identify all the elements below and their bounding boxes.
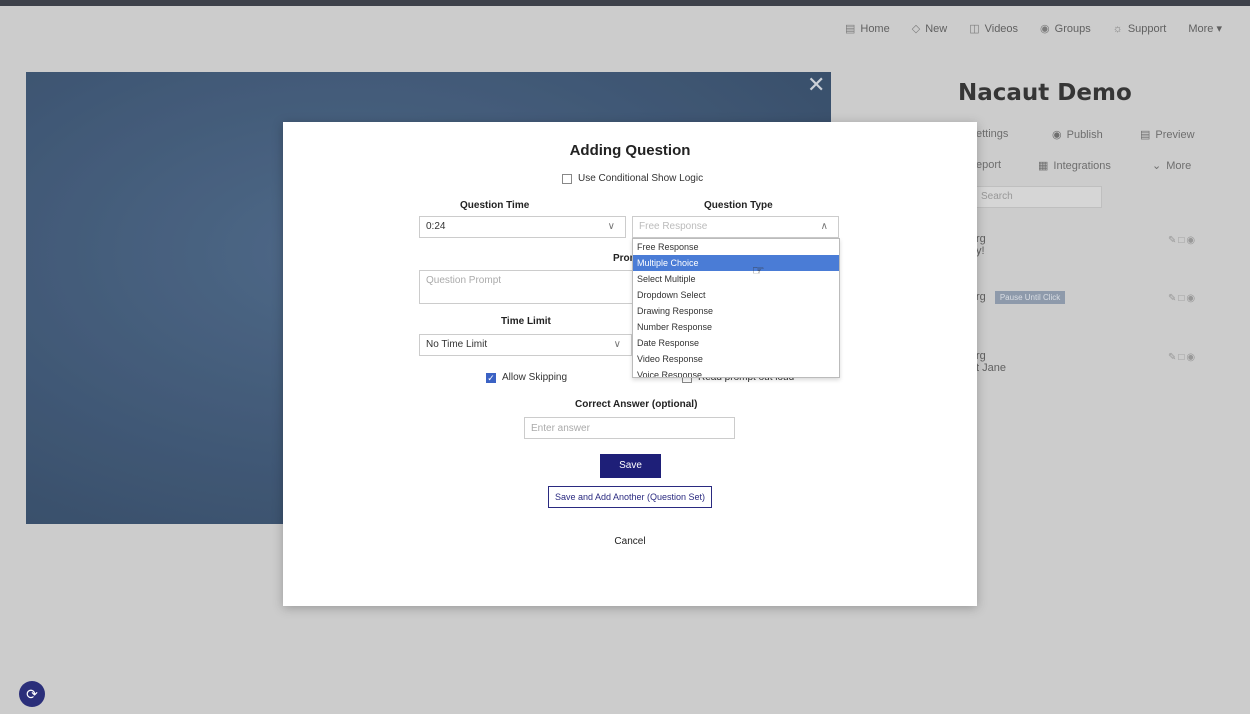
prompt-label: Prompt [613, 253, 633, 264]
dropdown-option[interactable]: Dropdown Select [633, 287, 839, 303]
question-time-select[interactable]: 0:24 ∨ [419, 216, 626, 238]
allow-skipping-label: Allow Skipping [502, 372, 568, 383]
dropdown-option[interactable]: Select Multiple [633, 271, 839, 287]
chevron-down-icon: ∨ [613, 339, 621, 350]
allow-skipping-checkbox[interactable]: ✓ [486, 372, 496, 383]
dropdown-option[interactable]: Video Response [633, 351, 839, 367]
conditional-logic-checkbox[interactable] [562, 173, 572, 184]
question-type-label: Question Type [704, 200, 773, 211]
question-prompt-input[interactable] [419, 270, 644, 304]
question-type-placeholder: Free Response [639, 221, 708, 232]
help-chat-icon[interactable]: ⟳ [19, 681, 45, 707]
chevron-down-icon: ∨ [607, 221, 615, 232]
time-limit-select[interactable]: No Time Limit ∨ [419, 334, 632, 356]
pointer-cursor-icon: ☞ [752, 262, 765, 278]
chevron-up-icon: ∧ [820, 221, 828, 232]
correct-answer-label: Correct Answer (optional) [575, 399, 698, 410]
cancel-button[interactable]: Cancel [283, 536, 977, 547]
question-time-label: Question Time [460, 200, 530, 211]
allow-skipping-row[interactable]: ✓ Allow Skipping [486, 372, 567, 383]
dropdown-option[interactable]: Date Response [633, 335, 839, 351]
modal-title: Adding Question [569, 142, 691, 159]
time-limit-value: No Time Limit [426, 339, 488, 350]
question-type-dropdown: Free Response Multiple Choice Select Mul… [632, 238, 840, 378]
question-type-select[interactable]: Free Response ∧ [632, 216, 839, 238]
save-and-add-another-button[interactable]: Save and Add Another (Question Set) [548, 486, 712, 508]
dropdown-option[interactable]: Voice Response [633, 367, 839, 377]
conditional-logic-label: Use Conditional Show Logic [578, 173, 704, 184]
conditional-logic-row[interactable]: Use Conditional Show Logic [562, 173, 703, 184]
dropdown-option[interactable]: Free Response [633, 239, 839, 255]
save-button[interactable]: Save [600, 454, 661, 478]
question-time-value: 0:24 [426, 221, 446, 232]
time-limit-label: Time Limit [501, 316, 551, 327]
answer-input[interactable] [524, 417, 735, 439]
adding-question-modal: Adding Question Use Conditional Show Log… [283, 122, 977, 606]
dropdown-option[interactable]: Number Response [633, 319, 839, 335]
dropdown-option-highlighted[interactable]: Multiple Choice [633, 255, 839, 271]
dropdown-option[interactable]: Drawing Response [633, 303, 839, 319]
